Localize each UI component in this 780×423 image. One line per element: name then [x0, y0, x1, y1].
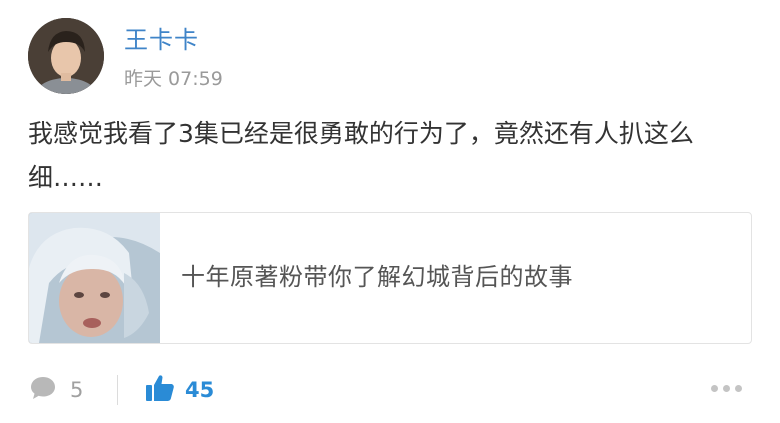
- comment-button[interactable]: 5: [30, 375, 83, 405]
- link-thumbnail: [29, 213, 160, 343]
- like-count: 45: [185, 378, 215, 402]
- shared-link-card[interactable]: 十年原著粉带你了解幻城背后的故事: [28, 212, 752, 344]
- thumbs-up-icon: [145, 374, 175, 406]
- post-timestamp: 昨天 07:59: [124, 68, 223, 90]
- avatar[interactable]: [28, 18, 104, 94]
- link-title: 十年原著粉带你了解幻城背后的故事: [181, 263, 573, 291]
- comment-bubble-icon: [30, 376, 56, 404]
- username[interactable]: 王卡卡: [124, 20, 199, 55]
- comment-count: 5: [70, 378, 84, 402]
- more-dots-icon: [723, 385, 730, 392]
- post-text: 我感觉我看了3集已经是很勇敢的行为了，竟然还有人扒这么细……: [28, 119, 694, 192]
- action-bar: 5 45: [0, 365, 780, 415]
- more-dots-icon: [735, 385, 742, 392]
- like-button[interactable]: 45: [145, 374, 214, 406]
- more-options-button[interactable]: [711, 385, 742, 392]
- action-divider: [117, 375, 118, 405]
- more-dots-icon: [711, 385, 718, 392]
